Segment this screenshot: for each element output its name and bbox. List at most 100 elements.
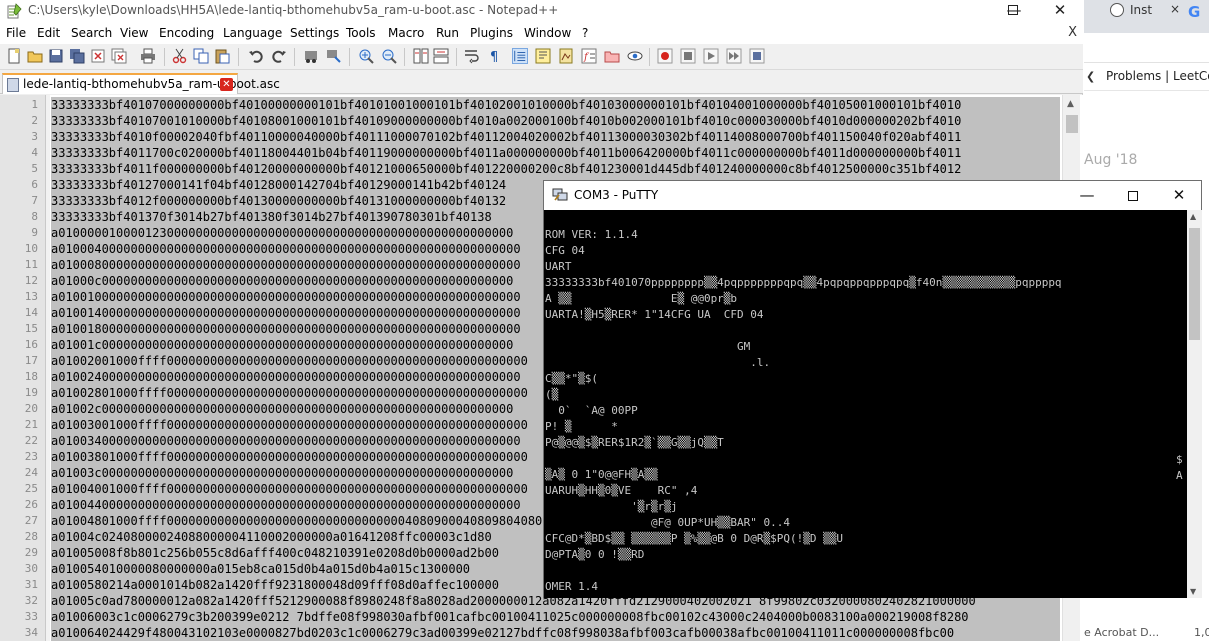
browser-tab-inst[interactable]: Inst ×	[1108, 0, 1180, 20]
line-number: 34	[24, 626, 38, 639]
menu-help[interactable]: ?	[582, 26, 588, 40]
menu-encoding[interactable]: Encoding	[159, 26, 214, 40]
scrollbar-thumb[interactable]	[1189, 228, 1200, 340]
maximize-button[interactable]	[990, 0, 1036, 22]
undo-icon[interactable]	[248, 48, 264, 64]
notepadpp-titlebar[interactable]: C:\Users\kyle\Downloads\HH5A\lede-lantiq…	[0, 0, 1083, 22]
bookmark-problems-leetcode[interactable]: Problems | LeetCod	[1106, 69, 1209, 83]
line-number: 3	[31, 130, 38, 143]
toolbar-separator	[456, 48, 457, 66]
sync-vertical-icon[interactable]	[413, 48, 429, 64]
line-number: 24	[24, 466, 38, 479]
replace-icon[interactable]	[326, 48, 342, 64]
menu-run[interactable]: Run	[436, 26, 459, 40]
line-number: 13	[24, 290, 38, 303]
sync-horizontal-icon[interactable]	[433, 48, 449, 64]
bookmarks-bar: ❮ Problems | LeetCod	[1084, 63, 1209, 91]
line-numbers: 1 2 3 4 5 6 7 8 9 10 11 12 13 14 15 16 17 18 19 20 21 22 23 24 2…	[0, 97, 38, 641]
line-number: 19	[24, 386, 38, 399]
find-icon[interactable]	[303, 48, 319, 64]
line-number: 26	[24, 498, 38, 511]
new-file-icon[interactable]	[6, 48, 22, 64]
terminal-output[interactable]: OMER 1.4 D@PTA▒0 0 !▒▒RD CFC@D*▒BD$▒▒ ▒▒▒▒…	[544, 210, 1187, 598]
line-number: 21	[24, 418, 38, 431]
putty-maximize-button[interactable]	[1110, 181, 1156, 210]
save-macro-icon[interactable]	[749, 48, 765, 64]
bottom-right-text: 1,0	[1194, 626, 1209, 639]
putty-minimize-button[interactable]: —	[1064, 181, 1110, 210]
word-wrap-icon[interactable]	[464, 48, 480, 64]
download-item[interactable]: e Acrobat D...	[1084, 626, 1159, 639]
toolbar-separator	[649, 48, 650, 66]
record-macro-icon[interactable]	[657, 48, 673, 64]
tab-lede-lantiq-u-boot[interactable]: lede-lantiq-bthomehubv5a_ram-u-boot.asc …	[2, 73, 280, 94]
code-line[interactable]: 33333333bf4010f00002040fbf40110000040000…	[51, 129, 1060, 145]
tab-close-icon[interactable]: ✕	[220, 78, 233, 91]
browser-tab-close-icon[interactable]: ×	[1170, 2, 1180, 16]
menu-plugins[interactable]: Plugins	[470, 26, 513, 40]
zoom-in-icon[interactable]	[358, 48, 374, 64]
cut-icon[interactable]	[172, 48, 188, 64]
redo-icon[interactable]	[271, 48, 287, 64]
open-file-icon[interactable]	[27, 48, 43, 64]
browser-address-bar[interactable]	[1084, 33, 1209, 63]
menu-language[interactable]: Language	[223, 26, 282, 40]
line-number: 15	[24, 322, 38, 335]
terminal-line: CFG 04	[545, 244, 585, 257]
monitoring-icon[interactable]	[627, 48, 643, 64]
close-button[interactable]: ✕	[1037, 0, 1083, 22]
terminal-line: P! ▒ *	[545, 420, 618, 433]
menu-window[interactable]: Window	[524, 26, 571, 40]
function-list-icon[interactable]: f	[581, 48, 597, 64]
folder-workspace-icon[interactable]	[604, 48, 620, 64]
line-number: 29	[24, 546, 38, 559]
run-macro-multiple-icon[interactable]	[726, 48, 742, 64]
menu-edit[interactable]: Edit	[37, 26, 60, 40]
indent-guide-icon[interactable]	[512, 48, 528, 64]
code-line[interactable]: 33333333bf4011f000000000bf40120000000000…	[51, 161, 1060, 177]
save-icon[interactable]	[48, 48, 64, 64]
close-file-icon[interactable]	[90, 48, 106, 64]
close-all-icon[interactable]	[111, 48, 127, 64]
putty-title: COM3 - PuTTY	[574, 188, 659, 202]
close-document-icon[interactable]: X	[1068, 25, 1077, 40]
print-icon[interactable]	[140, 48, 156, 64]
svg-text:¶: ¶	[490, 50, 498, 64]
terminal-scrollbar[interactable]: ▲ ▼	[1187, 210, 1202, 598]
line-number: 1	[31, 98, 38, 111]
menu-view[interactable]: View	[120, 26, 148, 40]
terminal-line: 0` `A@ 00PP	[545, 404, 638, 417]
toolbar-separator	[238, 48, 239, 66]
copy-icon[interactable]	[193, 48, 209, 64]
scroll-up-icon[interactable]: ▲	[1067, 99, 1074, 109]
scroll-down-icon[interactable]: ▼	[1190, 587, 1196, 596]
playback-macro-icon[interactable]	[703, 48, 719, 64]
menu-search[interactable]: Search	[71, 26, 112, 40]
show-all-characters-icon[interactable]: ¶	[487, 48, 503, 64]
save-all-icon[interactable]	[69, 48, 85, 64]
code-line[interactable]: 33333333bf40107000000000bf40100000000101…	[51, 97, 1060, 113]
document-map-icon[interactable]	[558, 48, 574, 64]
zoom-out-icon[interactable]	[381, 48, 397, 64]
scrollbar-thumb[interactable]	[1066, 115, 1078, 133]
code-line[interactable]: 33333333bf4011700c020000bf40118004401b04…	[51, 145, 1060, 161]
menu-settings[interactable]: Settings	[290, 26, 339, 40]
stop-recording-icon[interactable]	[680, 48, 696, 64]
putty-titlebar[interactable]: COM3 - PuTTY — ✕	[544, 181, 1201, 210]
user-defined-language-icon[interactable]	[535, 48, 551, 64]
scroll-up-icon[interactable]: ▲	[1190, 212, 1196, 221]
code-line[interactable]: 33333333bf40107001010000bf40108001000101…	[51, 113, 1060, 129]
line-number: 30	[24, 562, 38, 575]
paste-icon[interactable]	[214, 48, 230, 64]
menu-file[interactable]: File	[6, 26, 26, 40]
menu-macro[interactable]: Macro	[388, 26, 424, 40]
putty-app-icon	[552, 188, 568, 201]
code-line[interactable]: a010064024429f480043102103e0000827bd0203…	[51, 625, 1060, 641]
line-number: 20	[24, 402, 38, 415]
putty-close-button[interactable]: ✕	[1156, 181, 1202, 210]
menu-tools[interactable]: Tools	[346, 26, 376, 40]
code-line[interactable]: a01006003c1c0006279c3b200399e0212 7bdffe…	[51, 609, 1060, 625]
browser-tab-google[interactable]: G	[1188, 0, 1209, 21]
